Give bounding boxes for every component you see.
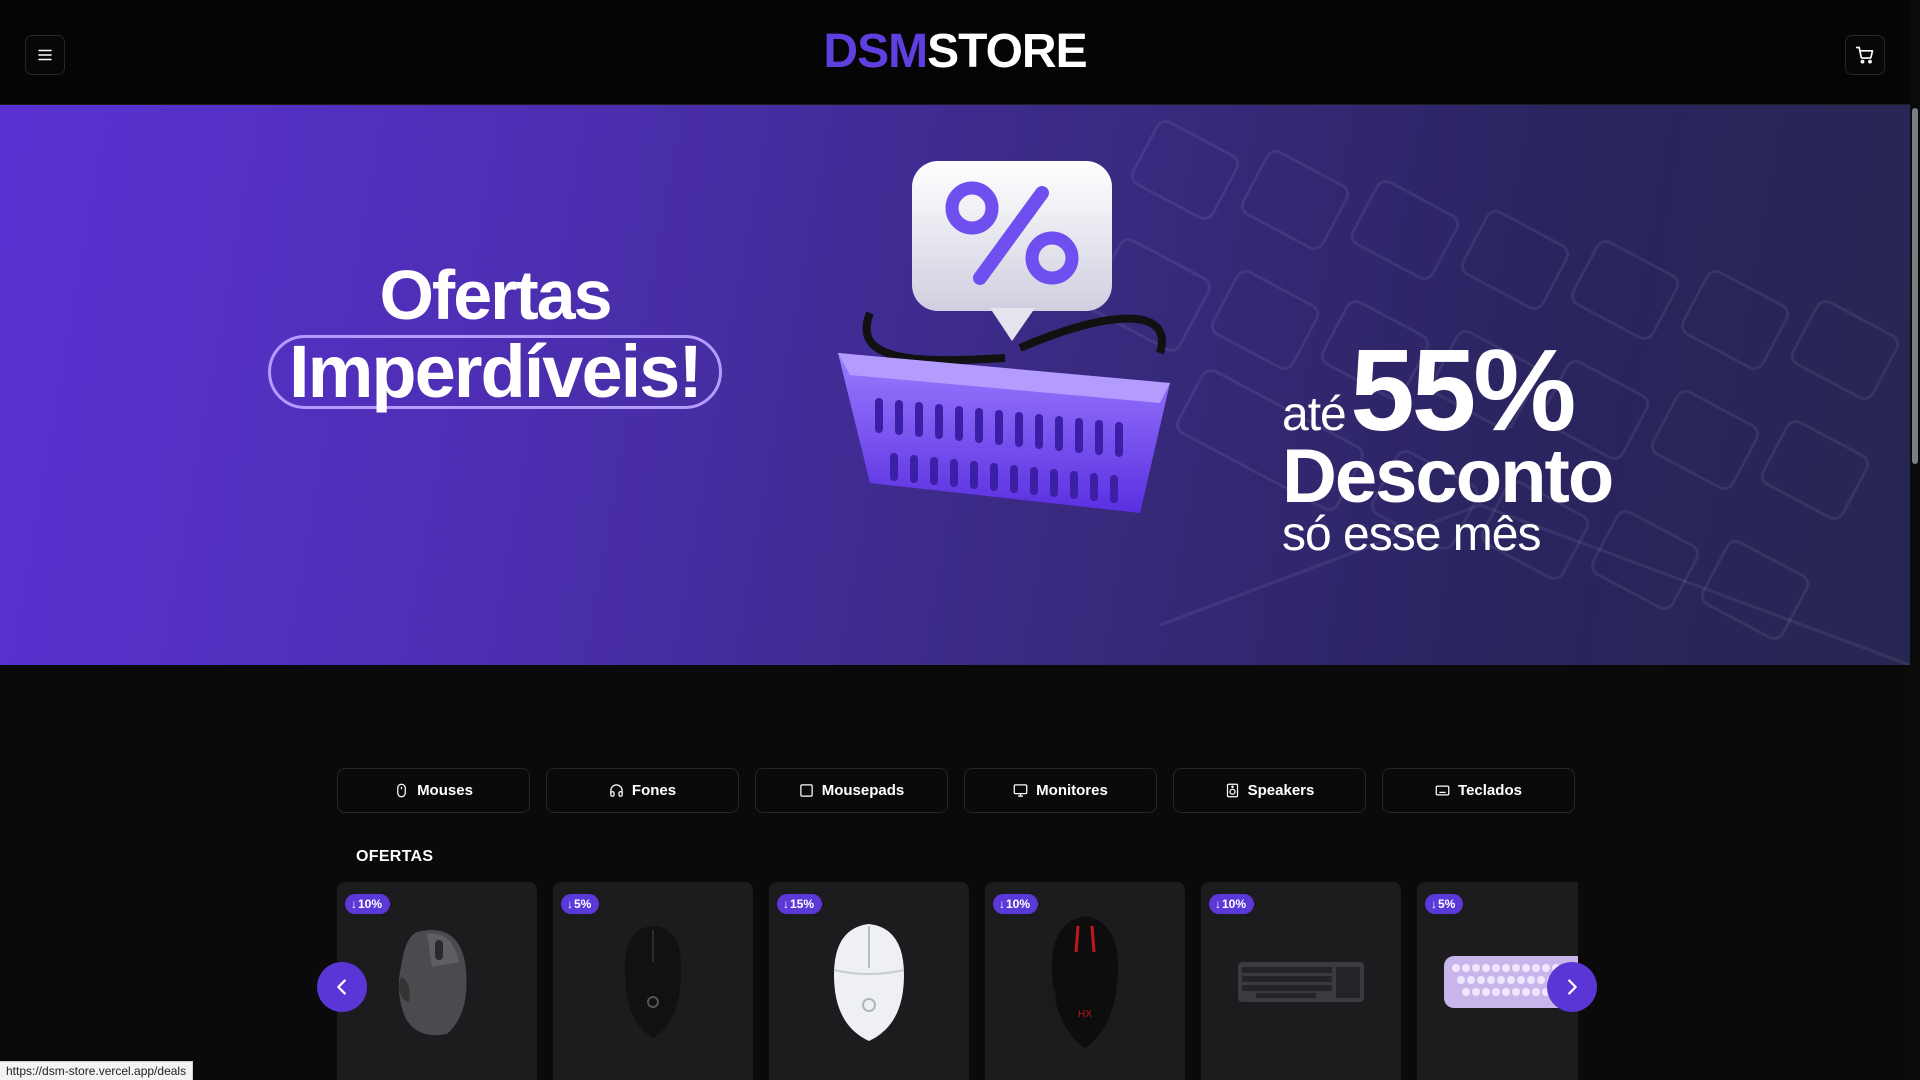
chevron-left-icon bbox=[337, 979, 346, 995]
headline-line-2: Imperdíveis! bbox=[268, 335, 722, 409]
product-image bbox=[789, 917, 949, 1047]
scrollbar-thumb[interactable] bbox=[1912, 108, 1918, 464]
chevron-right-icon bbox=[1568, 979, 1577, 995]
arrow-down-icon: ↓ bbox=[1215, 897, 1221, 911]
category-monitores[interactable]: Monitores bbox=[964, 768, 1157, 813]
discount-badge-value: 5% bbox=[1438, 897, 1456, 911]
arrow-down-icon: ↓ bbox=[351, 897, 357, 911]
deals-track: ↓ 10% ↓ 5% ↓ 15% ↓ 10% HX ↓ 10% ↓ 5% bbox=[337, 882, 1578, 1080]
dark-keyboard-image bbox=[1238, 962, 1364, 1002]
product-image bbox=[573, 917, 733, 1047]
discount-badge: ↓ 10% bbox=[993, 894, 1039, 914]
logo-accent: DSM bbox=[823, 25, 928, 78]
banner-headline: Ofertas Imperdíveis! bbox=[255, 255, 735, 409]
product-card[interactable]: ↓ 10% bbox=[1201, 882, 1401, 1080]
logo-main: STORE bbox=[927, 25, 1087, 78]
category-label: Teclados bbox=[1458, 782, 1522, 799]
discount-badge: ↓ 15% bbox=[777, 894, 823, 914]
category-list: Mouses Fones Mousepads Monitores Speaker… bbox=[337, 768, 1575, 813]
shopping-basket-percent-icon bbox=[838, 161, 1170, 513]
discount-badge: ↓ 5% bbox=[1425, 894, 1464, 914]
product-card[interactable]: ↓ 10% HX bbox=[985, 882, 1185, 1080]
site-header: DSMSTORE bbox=[0, 0, 1910, 105]
discount-badge-value: 10% bbox=[1006, 897, 1031, 911]
monitor-icon bbox=[1013, 784, 1028, 797]
discount-badge-value: 10% bbox=[1222, 897, 1247, 911]
category-label: Mousepads bbox=[821, 782, 905, 799]
carousel-next-button[interactable] bbox=[1547, 962, 1597, 1012]
headphones-icon bbox=[610, 784, 623, 797]
store-logo[interactable]: DSMSTORE bbox=[0, 24, 1910, 80]
white-gaming-mouse-image bbox=[833, 923, 905, 1041]
status-bar-url: https://dsm-store.vercel.app/deals bbox=[0, 1061, 194, 1080]
discount-badge: ↓ 10% bbox=[345, 894, 391, 914]
product-card[interactable]: ↓ 10% bbox=[337, 882, 537, 1080]
black-red-gaming-mouse-image: HX bbox=[1046, 916, 1119, 1048]
discount-badge-value: 10% bbox=[358, 897, 383, 911]
product-card[interactable]: ↓ 5% bbox=[553, 882, 753, 1080]
headline-line-1: Ofertas bbox=[379, 256, 612, 334]
black-gaming-mouse-image bbox=[624, 926, 682, 1038]
product-card[interactable]: ↓ 15% bbox=[769, 882, 969, 1080]
gray-ergonomic-mouse-image bbox=[398, 930, 467, 1036]
carousel-prev-button[interactable] bbox=[317, 962, 367, 1012]
arrow-down-icon: ↓ bbox=[783, 897, 789, 911]
product-image: HX bbox=[1005, 916, 1165, 1048]
category-speakers[interactable]: Speakers bbox=[1173, 768, 1366, 813]
category-mouses[interactable]: Mouses bbox=[337, 768, 530, 813]
square-icon bbox=[799, 784, 813, 797]
deals-title: OFERTAS bbox=[356, 848, 434, 865]
discount-badge-value: 5% bbox=[574, 897, 592, 911]
discount-badge: ↓ 10% bbox=[1209, 894, 1255, 914]
discount-badge: ↓ 5% bbox=[561, 894, 600, 914]
discount-badge-value: 15% bbox=[790, 897, 815, 911]
arrow-down-icon: ↓ bbox=[999, 897, 1005, 911]
cart-icon bbox=[1855, 46, 1874, 64]
keyboard-icon bbox=[1435, 785, 1450, 796]
discount-block: até 55% Desconto só esse mês bbox=[1282, 332, 1614, 560]
cart-button[interactable] bbox=[1845, 35, 1885, 75]
category-label: Monitores bbox=[1036, 782, 1108, 799]
svg-text:HX: HX bbox=[1078, 1009, 1092, 1020]
category-mousepads[interactable]: Mousepads bbox=[755, 768, 948, 813]
category-label: Mouses bbox=[417, 782, 473, 799]
page-scrollbar[interactable] bbox=[1910, 0, 1920, 1080]
promo-banner[interactable]: Ofertas Imperdíveis! até 55% Desconto só… bbox=[0, 105, 1910, 665]
category-fones[interactable]: Fones bbox=[546, 768, 739, 813]
category-teclados[interactable]: Teclados bbox=[1382, 768, 1575, 813]
category-label: Speakers bbox=[1247, 782, 1315, 799]
mouse-icon bbox=[397, 783, 406, 798]
discount-word: Desconto bbox=[1282, 434, 1614, 519]
product-image bbox=[1221, 917, 1381, 1047]
arrow-down-icon: ↓ bbox=[1431, 897, 1437, 911]
deals-carousel: ↓ 10% ↓ 5% ↓ 15% ↓ 10% HX ↓ 10% ↓ 5% bbox=[337, 882, 1578, 1080]
product-image bbox=[357, 917, 517, 1047]
speaker-icon bbox=[1226, 783, 1238, 798]
category-label: Fones bbox=[631, 782, 677, 799]
arrow-down-icon: ↓ bbox=[567, 897, 573, 911]
